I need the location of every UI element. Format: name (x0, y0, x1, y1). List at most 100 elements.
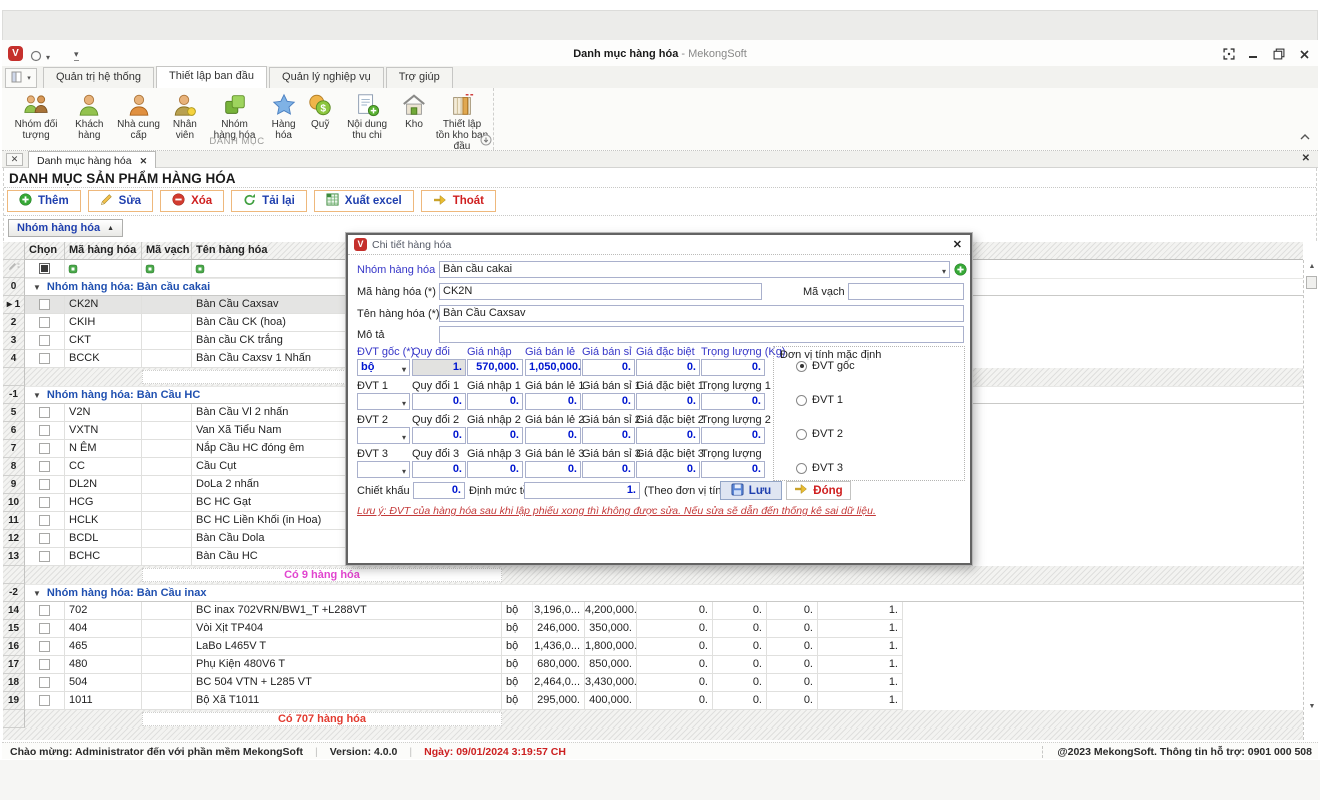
cell-ma-hang-hoa[interactable]: 404 (65, 620, 142, 638)
unit-value-input[interactable]: 0. (636, 427, 700, 444)
unit-value-input[interactable]: 0. (582, 359, 635, 376)
row-select-cell[interactable] (25, 314, 65, 332)
ribbon-tab-4[interactable]: Trợ giúp (386, 67, 453, 88)
row-checkbox[interactable] (39, 533, 50, 544)
row-checkbox[interactable] (39, 443, 50, 454)
cell-ten-hang-hoa[interactable]: Phụ Kiện 480V6 T (192, 656, 502, 674)
cell-gia-nhap[interactable]: 2,464,0... (533, 674, 585, 692)
cell-ma-vach[interactable] (142, 440, 192, 458)
cell-gia-dac-biet[interactable]: 0. (713, 602, 767, 620)
restore-button[interactable] (1273, 48, 1285, 60)
add-group-button[interactable] (954, 263, 967, 279)
product-group-select[interactable]: Bàn cầu cakai (439, 261, 950, 278)
cell-gia-nhap[interactable]: 3,196,0... (533, 602, 585, 620)
select-all-checkbox[interactable] (39, 263, 50, 274)
ribbon-item-customer[interactable]: Khách hàng (66, 90, 112, 142)
ribbon-item-product-star[interactable]: Hàng hóa (264, 90, 303, 142)
tab-close-left-button[interactable]: ✕ (6, 153, 23, 166)
unit-value-input[interactable]: 0. (525, 461, 581, 478)
row-select-cell[interactable] (25, 548, 65, 566)
cell-dvt[interactable]: bộ (502, 602, 533, 620)
cell-gia-ban-si[interactable]: 0. (637, 602, 713, 620)
table-row[interactable]: 14702BC inax 702VRN/BW1_T +L288VTbộ3,196… (3, 602, 1318, 620)
cell-ma-hang-hoa[interactable]: 480 (65, 656, 142, 674)
unit-value-input[interactable]: 0. (582, 393, 635, 410)
row-checkbox[interactable] (39, 623, 50, 634)
cell-ma-hang-hoa[interactable]: CKIH (65, 314, 142, 332)
cell-gia-ban-si[interactable]: 0. (637, 692, 713, 710)
row-checkbox[interactable] (39, 659, 50, 670)
ribbon-tab-2[interactable]: Thiết lập ban đầu (156, 66, 267, 88)
vertical-scrollbar[interactable]: ▲▼ (1303, 260, 1318, 740)
row-select-cell[interactable] (25, 620, 65, 638)
cell-ten-hang-hoa[interactable]: Vòi Xịt TP404 (192, 620, 502, 638)
radio-dvt-1[interactable]: ĐVT 1 (796, 394, 843, 406)
barcode-input[interactable] (848, 283, 964, 300)
cell-quy-doi[interactable]: 1. (818, 638, 903, 656)
cell-ma-hang-hoa[interactable]: BCDL (65, 530, 142, 548)
row-checkbox[interactable] (39, 461, 50, 472)
cell-ma-vach[interactable] (142, 512, 192, 530)
cell-ma-hang-hoa[interactable]: VXTN (65, 422, 142, 440)
cell-gia-nhap[interactable]: 246,000. (533, 620, 585, 638)
table-row[interactable]: 18504BC 504 VTN + L285 VTbộ2,464,0...3,4… (3, 674, 1318, 692)
unit-value-input[interactable]: 0. (525, 427, 581, 444)
unit-value-input[interactable]: 0. (582, 461, 635, 478)
tab-danh-muc-hang-hoa[interactable]: Danh mục hàng hóa✕ (28, 151, 156, 168)
row-select-cell[interactable] (25, 332, 65, 350)
ribbon-item-people-group[interactable]: Nhóm đối tượng (6, 90, 66, 142)
radio-dvt-2[interactable]: ĐVT 2 (796, 428, 843, 440)
cell-ma-vach[interactable] (142, 638, 192, 656)
cell-gia-nhap[interactable]: 1,436,0... (533, 638, 585, 656)
tab-close-icon[interactable]: ✕ (140, 156, 148, 167)
cell-dvt[interactable]: bộ (502, 638, 533, 656)
cell-ma-hang-hoa[interactable]: 1011 (65, 692, 142, 710)
unit-value-input[interactable]: 0. (701, 359, 765, 376)
radio-dvt-3[interactable]: ĐVT 3 (796, 462, 843, 474)
cell-gia-dac-biet[interactable]: 0. (713, 692, 767, 710)
row-select-cell[interactable] (25, 476, 65, 494)
ribbon-item-document-plus[interactable]: Nội dung thu chi (337, 90, 397, 142)
unit-value-input[interactable]: 0. (412, 393, 466, 410)
cell-trong-luong[interactable]: 0. (767, 602, 818, 620)
cell-gia-dac-biet[interactable]: 0. (713, 638, 767, 656)
cell-gia-ban-le[interactable]: 4,200,000. (585, 602, 637, 620)
group-row-cell[interactable]: ▼Nhóm hàng hóa: Bàn Cầu inax (25, 584, 1303, 602)
filter-cell[interactable] (65, 260, 142, 278)
cell-ma-vach[interactable] (142, 530, 192, 548)
filter-cell[interactable] (142, 260, 192, 278)
unit-value-input[interactable]: 1,050,000. (525, 359, 581, 376)
cell-gia-ban-le[interactable]: 3,430,000. (585, 674, 637, 692)
unit-value-input[interactable]: 1. (412, 359, 466, 376)
row-select-cell[interactable] (25, 440, 65, 458)
cell-ma-hang-hoa[interactable]: N ÊM (65, 440, 142, 458)
row-checkbox[interactable] (39, 497, 50, 508)
ribbon-item-warehouse[interactable]: Kho (397, 90, 431, 131)
row-select-cell[interactable] (25, 404, 65, 422)
row-checkbox[interactable] (39, 695, 50, 706)
unit-value-input[interactable]: 0. (701, 427, 765, 444)
unit-value-input[interactable]: 0. (467, 461, 523, 478)
ribbon-collapse-button[interactable] (1300, 132, 1310, 144)
cell-ma-vach[interactable] (142, 476, 192, 494)
table-row[interactable]: 15404Vòi Xịt TP404bộ246,000.350,000.0.0.… (3, 620, 1318, 638)
unit-select-2[interactable] (357, 427, 410, 444)
remove-button[interactable]: Xóa (160, 190, 224, 212)
cell-ma-hang-hoa[interactable]: 465 (65, 638, 142, 656)
cell-ma-vach[interactable] (142, 602, 192, 620)
cell-ten-hang-hoa[interactable]: BC inax 702VRN/BW1_T +L288VT (192, 602, 502, 620)
cell-ma-hang-hoa[interactable]: V2N (65, 404, 142, 422)
cell-ma-vach[interactable] (142, 422, 192, 440)
unit-select-1[interactable] (357, 393, 410, 410)
cell-dvt[interactable]: bộ (502, 692, 533, 710)
cell-ma-hang-hoa[interactable]: BCHC (65, 548, 142, 566)
cell-gia-nhap[interactable]: 680,000. (533, 656, 585, 674)
cell-ma-hang-hoa[interactable]: CK2N (65, 296, 142, 314)
row-checkbox[interactable] (39, 299, 50, 310)
cell-gia-ban-si[interactable]: 0. (637, 656, 713, 674)
unit-value-input[interactable]: 0. (701, 461, 765, 478)
cell-gia-ban-si[interactable]: 0. (637, 674, 713, 692)
unit-value-input[interactable]: 0. (412, 461, 466, 478)
cell-gia-dac-biet[interactable]: 0. (713, 674, 767, 692)
cell-ma-vach[interactable] (142, 674, 192, 692)
